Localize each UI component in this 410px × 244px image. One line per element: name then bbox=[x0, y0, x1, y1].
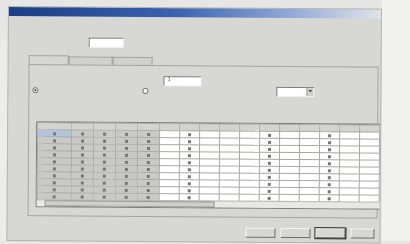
settings-dropdown[interactable] bbox=[276, 87, 314, 97]
tab-3[interactable] bbox=[113, 57, 153, 65]
settings-row1-value: 1 bbox=[167, 77, 170, 83]
desktop-background bbox=[382, 0, 410, 241]
chevron-down-icon[interactable] bbox=[306, 88, 313, 96]
top-field-input[interactable] bbox=[89, 38, 124, 48]
dialog-window: 1 bbox=[6, 6, 382, 244]
data-grid[interactable] bbox=[36, 121, 382, 209]
menu-bar bbox=[9, 16, 381, 27]
horizontal-scroll-thumb[interactable] bbox=[45, 200, 215, 207]
tab-1[interactable] bbox=[29, 55, 69, 64]
grid-table bbox=[37, 122, 381, 209]
dialog-button-2[interactable] bbox=[280, 228, 310, 238]
radio-option-1[interactable] bbox=[32, 87, 38, 93]
dialog-button-1[interactable] bbox=[245, 228, 275, 238]
settings-row1-input[interactable]: 1 bbox=[163, 76, 201, 86]
dialog-button-3[interactable] bbox=[315, 228, 345, 238]
radio-option-2[interactable] bbox=[142, 88, 148, 94]
dialog-button-4[interactable] bbox=[350, 228, 374, 238]
grid-body bbox=[37, 130, 380, 209]
